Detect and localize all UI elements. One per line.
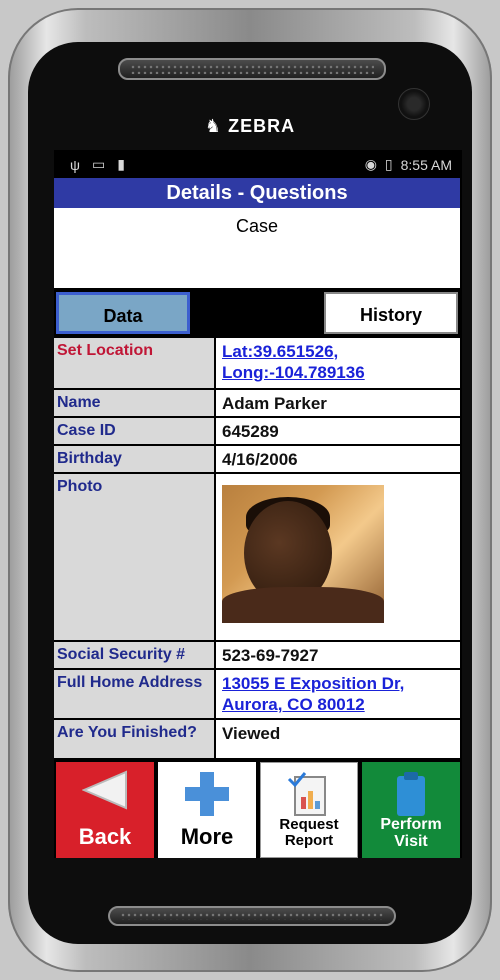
report-icon bbox=[261, 771, 357, 819]
sim-icon: ▮ bbox=[117, 156, 125, 172]
more-button[interactable]: More bbox=[158, 762, 256, 858]
case-header: Case bbox=[54, 208, 460, 288]
case-id-value: 645289 bbox=[216, 418, 460, 446]
table-row: Social Security # 523-69-7927 bbox=[54, 642, 460, 670]
status-time: 8:55 AM bbox=[400, 156, 452, 173]
finished-value[interactable]: Viewed bbox=[216, 720, 460, 758]
name-value: Adam Parker bbox=[216, 390, 460, 418]
bottom-speaker bbox=[108, 906, 396, 926]
row-label-case-id: Case ID bbox=[54, 418, 216, 446]
row-label-set-location: Set Location bbox=[54, 338, 216, 390]
back-button[interactable]: Back bbox=[56, 762, 154, 858]
clipboard-icon bbox=[362, 770, 460, 818]
tab-history[interactable]: History bbox=[324, 292, 458, 334]
battery-icon: ▯ bbox=[384, 156, 393, 172]
row-label-ssn: Social Security # bbox=[54, 642, 216, 670]
back-arrow-icon bbox=[56, 770, 154, 810]
photo-cell bbox=[216, 474, 460, 642]
case-photo[interactable] bbox=[222, 485, 384, 623]
table-row: Full Home Address 13055 E Exposition Dr,… bbox=[54, 670, 460, 720]
row-label-finished: Are You Finished? bbox=[54, 720, 216, 758]
table-row: Photo bbox=[54, 474, 460, 642]
perform-visit-button[interactable]: Perform Visit bbox=[362, 762, 460, 858]
table-row: Are You Finished? Viewed bbox=[54, 720, 460, 758]
ssn-value: 523-69-7927 bbox=[216, 642, 460, 670]
top-speaker bbox=[118, 58, 386, 80]
table-row: Name Adam Parker bbox=[54, 390, 460, 418]
row-label-photo: Photo bbox=[54, 474, 216, 642]
row-label-birthday: Birthday bbox=[54, 446, 216, 474]
screen-icon: ▭ bbox=[91, 156, 106, 172]
address-link[interactable]: 13055 E Exposition Dr, Aurora, CO 80012 bbox=[216, 670, 460, 720]
zebra-logo-icon: ♞ bbox=[204, 116, 223, 136]
device-brand: ♞ ZEBRA bbox=[204, 116, 296, 136]
action-bar: Back More Request Report Perform Visit bbox=[54, 758, 462, 858]
table-row: Birthday 4/16/2006 bbox=[54, 446, 460, 474]
table-row: Set Location Lat:39.651526, Long:-104.78… bbox=[54, 338, 460, 390]
page-title: Details - Questions bbox=[54, 178, 460, 208]
wifi-icon: ◉ bbox=[364, 156, 377, 172]
location-link[interactable]: Lat:39.651526, Long:-104.789136 bbox=[216, 338, 460, 390]
tab-data[interactable]: Data bbox=[56, 292, 190, 334]
row-label-name: Name bbox=[54, 390, 216, 418]
table-row: Case ID 645289 bbox=[54, 418, 460, 446]
screen: ψ ▭ ▮ ◉ ▯ 8:55 AM Details - Questions Ca… bbox=[54, 150, 462, 858]
details-table: Set Location Lat:39.651526, Long:-104.78… bbox=[54, 338, 460, 758]
request-report-button[interactable]: Request Report bbox=[260, 762, 358, 858]
usb-icon: ψ bbox=[70, 156, 80, 173]
status-bar: ψ ▭ ▮ ◉ ▯ 8:55 AM bbox=[54, 150, 462, 178]
tab-bar: Data History bbox=[54, 290, 460, 338]
birthday-value: 4/16/2006 bbox=[216, 446, 460, 474]
plus-icon bbox=[158, 770, 256, 818]
row-label-address: Full Home Address bbox=[54, 670, 216, 720]
